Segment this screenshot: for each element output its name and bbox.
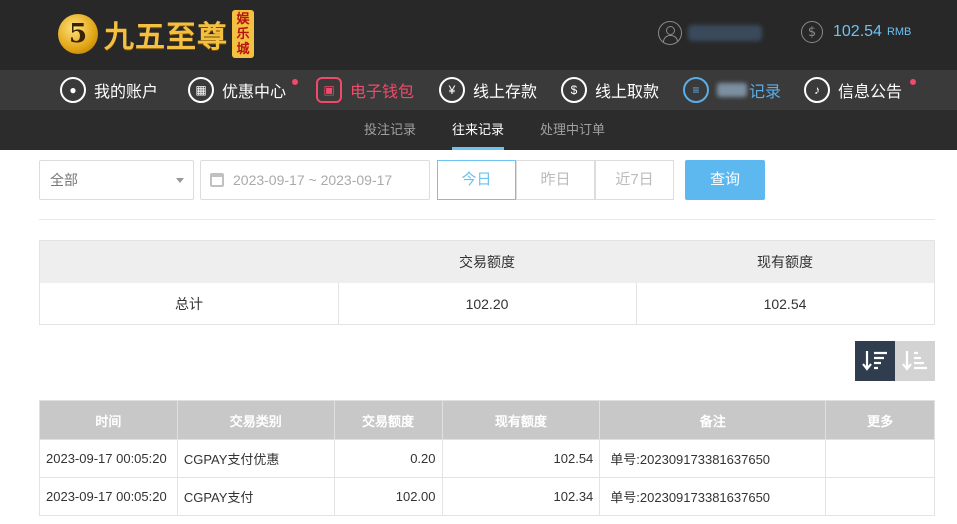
sort-ascending-icon[interactable]	[895, 341, 935, 381]
tab-pending-orders[interactable]: 处理中订单	[540, 110, 605, 150]
user-account[interactable]	[658, 21, 762, 45]
logo-badge: 娱 乐 城	[232, 10, 254, 58]
summary-trade-amount: 102.20	[465, 296, 509, 312]
cell-more[interactable]	[825, 439, 935, 478]
user-icon	[658, 21, 682, 45]
table-row: 2023-09-17 00:05:20 CGPAY支付 102.00 102.3…	[39, 477, 935, 516]
header-remark: 备注	[599, 400, 827, 440]
balance-display: $ 102.54 RMB	[801, 21, 911, 43]
cell-current-amount: 102.34	[441, 477, 601, 516]
top-bar: 5 九五至尊 娱 乐 城 $ 102.54 RMB	[0, 0, 957, 70]
last-7-days-button[interactable]: 近7日	[595, 160, 674, 200]
cell-time: 2023-09-17 00:05:20	[39, 477, 178, 516]
balance-currency: RMB	[886, 26, 912, 38]
nav-my-account[interactable]: ● 我的账户	[60, 70, 158, 110]
header-current-amount: 现有额度	[441, 400, 601, 440]
summary-table: 交易额度 现有额度 总计 102.20 102.54	[39, 240, 935, 325]
header-type: 交易类别	[176, 400, 335, 440]
cell-trade-amount: 102.00	[333, 477, 443, 516]
cell-trade-amount: 0.20	[333, 439, 443, 478]
search-button[interactable]: 查询	[685, 160, 765, 200]
chevron-down-icon	[176, 178, 184, 183]
bell-icon: ♪	[804, 77, 830, 103]
tab-bet-records[interactable]: 投注记录	[364, 110, 416, 150]
wallet-icon: ▣	[316, 77, 342, 103]
nav-online-deposit[interactable]: ¥ 线上存款	[439, 70, 537, 110]
cell-type: CGPAY支付	[176, 477, 335, 516]
table-header-row: 时间 交易类别 交易额度 现有额度 备注 更多	[39, 400, 935, 440]
nav-promotions[interactable]: ▦ 优惠中心	[188, 70, 298, 110]
deposit-icon: ¥	[439, 77, 465, 103]
today-button[interactable]: 今日	[437, 160, 516, 200]
nav-announcements[interactable]: ♪ 信息公告	[804, 70, 916, 110]
records-table: 时间 交易类别 交易额度 现有额度 备注 更多 2023-09-17 00:05…	[39, 400, 935, 516]
logo-mark: 5	[58, 14, 98, 54]
header-trade-amount: 交易额度	[333, 400, 443, 440]
records-icon: ≡	[683, 77, 709, 103]
summary-current-amount: 102.54	[763, 296, 807, 312]
cell-more[interactable]	[825, 477, 935, 516]
balance-amount: 102.54	[833, 23, 882, 40]
withdraw-icon: $	[561, 77, 587, 103]
table-row: 2023-09-17 00:05:20 CGPAY支付优惠 0.20 102.5…	[39, 439, 935, 478]
calendar-icon	[210, 173, 224, 187]
yesterday-button[interactable]: 昨日	[516, 160, 595, 200]
notification-dot	[292, 79, 298, 85]
gift-icon: ▦	[188, 77, 214, 103]
summary-header-trade: 交易额度	[459, 254, 515, 270]
sort-descending-icon[interactable]	[855, 341, 895, 381]
nav-records[interactable]: ≡ 记录	[683, 70, 781, 110]
cell-time: 2023-09-17 00:05:20	[39, 439, 178, 478]
nav-online-withdraw[interactable]: $ 线上取款	[561, 70, 659, 110]
cell-type: CGPAY支付优惠	[176, 439, 335, 478]
cell-remark: 单号:202309173381637650	[599, 439, 827, 478]
summary-total-label: 总计	[175, 296, 203, 312]
header-time: 时间	[39, 400, 178, 440]
type-select[interactable]: 全部	[39, 160, 194, 200]
logo-text: 九五至尊	[104, 20, 228, 55]
dollar-icon: $	[801, 21, 823, 43]
date-range-input[interactable]: 2023-09-17 ~ 2023-09-17	[200, 160, 430, 200]
divider	[39, 219, 935, 220]
sub-nav: 投注记录 往来记录 处理中订单	[0, 110, 957, 150]
tab-transaction-records[interactable]: 往来记录	[452, 110, 505, 150]
redacted-text	[717, 83, 747, 97]
header-more: 更多	[825, 400, 935, 440]
username-redacted	[688, 25, 762, 41]
cell-remark: 单号:202309173381637650	[599, 477, 827, 516]
main-nav: ● 我的账户 ▦ 优惠中心 ▣ 电子钱包 ¥ 线上存款 $ 线上取款 ≡ 记录 …	[0, 70, 957, 110]
cell-current-amount: 102.54	[441, 439, 601, 478]
site-logo[interactable]: 5 九五至尊 娱 乐 城	[58, 8, 254, 60]
summary-header-current: 现有额度	[757, 254, 813, 270]
notification-dot	[910, 79, 916, 85]
user-icon: ●	[60, 77, 86, 103]
nav-e-wallet[interactable]: ▣ 电子钱包	[316, 70, 414, 110]
